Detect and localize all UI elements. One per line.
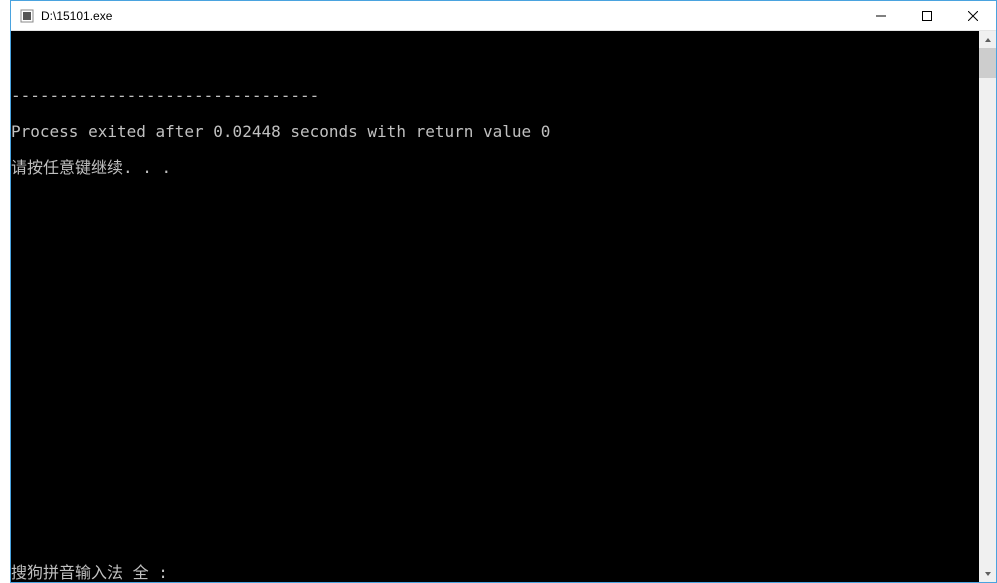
scroll-up-button[interactable] bbox=[979, 31, 996, 48]
window-controls bbox=[858, 1, 996, 30]
ime-status-bar: 搜狗拼音输入法 全 : bbox=[11, 564, 168, 582]
scroll-thumb[interactable] bbox=[979, 48, 996, 78]
app-icon bbox=[19, 8, 35, 24]
maximize-button[interactable] bbox=[904, 1, 950, 30]
separator-line: -------------------------------- bbox=[11, 87, 979, 105]
minimize-button[interactable] bbox=[858, 1, 904, 30]
blank-line bbox=[11, 51, 979, 69]
window-title: D:\15101.exe bbox=[41, 9, 858, 23]
vertical-scrollbar[interactable] bbox=[979, 31, 996, 582]
close-button[interactable] bbox=[950, 1, 996, 30]
console-window: D:\15101.exe ---------------------------… bbox=[10, 0, 997, 583]
left-gutter bbox=[0, 0, 10, 583]
titlebar[interactable]: D:\15101.exe bbox=[11, 1, 996, 31]
console-output[interactable]: -------------------------------- Process… bbox=[11, 31, 979, 582]
console-area: -------------------------------- Process… bbox=[11, 31, 996, 582]
process-exit-line: Process exited after 0.02448 seconds wit… bbox=[11, 123, 979, 141]
press-any-key-line: 请按任意键继续. . . bbox=[11, 159, 979, 177]
scroll-down-button[interactable] bbox=[979, 565, 996, 582]
